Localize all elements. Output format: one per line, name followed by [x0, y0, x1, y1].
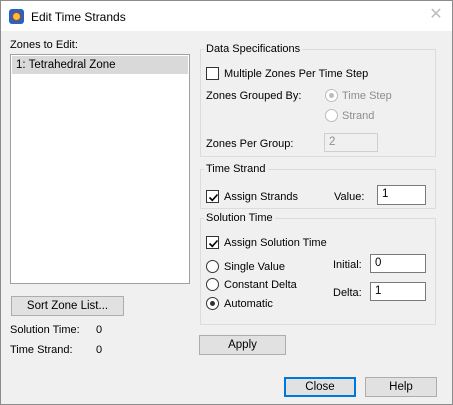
sort-zone-list-button[interactable]: Sort Zone List...	[11, 296, 124, 316]
assign-solution-time-checkbox[interactable]	[206, 236, 219, 249]
title-bar: Edit Time Strands ✕	[1, 1, 452, 31]
time-strand-title: Time Strand	[204, 163, 268, 175]
close-button[interactable]: Close	[284, 377, 356, 397]
assign-solution-time-label: Assign Solution Time	[224, 237, 327, 249]
single-value-radio[interactable]	[206, 260, 219, 273]
constant-delta-radio[interactable]	[206, 278, 219, 291]
multiple-zones-checkbox[interactable]	[206, 67, 219, 80]
zones-per-group-label: Zones Per Group:	[206, 138, 294, 150]
app-icon	[9, 9, 24, 24]
help-button[interactable]: Help	[365, 377, 437, 397]
list-item[interactable]: 1: Tetrahedral Zone	[12, 56, 188, 74]
time-step-radio[interactable]	[325, 89, 338, 102]
strand-value-field[interactable]: 1	[377, 185, 426, 205]
single-value-label: Single Value	[224, 261, 285, 273]
grouped-by-label: Zones Grouped By:	[206, 90, 302, 102]
assign-strands-label: Assign Strands	[224, 191, 298, 203]
assign-strands-checkbox[interactable]	[206, 190, 219, 203]
edit-time-strands-dialog: Edit Time Strands ✕ Zones to Edit: 1: Te…	[0, 0, 453, 405]
constant-delta-label: Constant Delta	[224, 279, 297, 291]
automatic-label: Automatic	[224, 298, 273, 310]
initial-label: Initial:	[333, 259, 362, 271]
delta-label: Delta:	[333, 287, 362, 299]
data-specifications-title: Data Specifications	[204, 43, 303, 55]
solution-time-title: Solution Time	[204, 212, 275, 224]
solution-time-label: Solution Time:	[10, 324, 80, 336]
time-strand-value: 0	[96, 344, 103, 356]
initial-field[interactable]: 0	[370, 254, 426, 273]
window-title: Edit Time Strands	[31, 10, 126, 24]
time-step-label: Time Step	[342, 90, 392, 102]
strand-label: Strand	[342, 110, 375, 122]
apply-button[interactable]: Apply	[199, 335, 286, 355]
solution-time-value: 0	[96, 324, 103, 336]
multiple-zones-label: Multiple Zones Per Time Step	[224, 68, 369, 80]
zones-per-group-field[interactable]: 2	[324, 133, 378, 152]
zones-label: Zones to Edit:	[10, 39, 78, 51]
strand-radio[interactable]	[325, 109, 338, 122]
delta-field[interactable]: 1	[370, 282, 426, 301]
strand-value-label: Value:	[334, 191, 365, 203]
automatic-radio[interactable]	[206, 297, 219, 310]
close-window-icon[interactable]: ✕	[428, 7, 444, 23]
time-strand-label: Time Strand:	[10, 344, 73, 356]
zones-listbox[interactable]: 1: Tetrahedral Zone	[10, 54, 190, 284]
